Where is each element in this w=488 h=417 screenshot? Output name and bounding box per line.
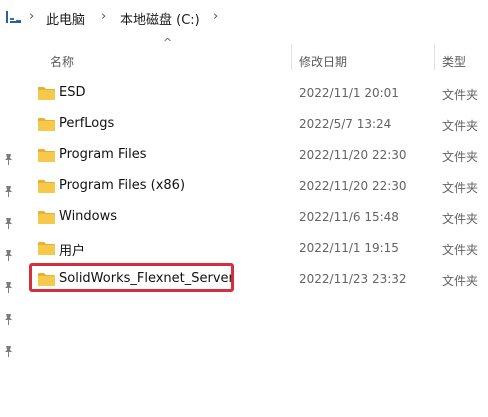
- file-name: SolidWorks_Flexnet_Server: [59, 271, 234, 286]
- file-name: Program Files (x86): [59, 178, 186, 193]
- file-name: ESD: [59, 85, 86, 100]
- pin-icon[interactable]: [4, 218, 13, 229]
- folder-row-users[interactable]: 用户 2022/11/1 19:15 文件夹: [30, 233, 488, 264]
- column-header-name[interactable]: 名称: [50, 53, 74, 70]
- folder-row-perflogs[interactable]: PerfLogs 2022/5/7 13:24 文件夹: [30, 109, 488, 140]
- file-name: Program Files: [59, 147, 147, 162]
- address-bar[interactable]: › 此电脑 › 本地磁盘 (C:) ›: [0, 0, 488, 36]
- file-modified: 2022/5/7 13:24: [299, 117, 392, 131]
- column-divider[interactable]: [434, 44, 435, 70]
- folder-row-solidworks-flexnet-server[interactable]: SolidWorks_Flexnet_Server 2022/11/23 23:…: [30, 264, 488, 295]
- folder-icon: [38, 211, 55, 224]
- folder-row-esd[interactable]: ESD 2022/11/1 20:01 文件夹: [30, 78, 488, 109]
- file-type: 文件夹: [442, 212, 479, 226]
- breadcrumb-local-disk[interactable]: 本地磁盘 (C:): [120, 9, 200, 28]
- folder-row-windows[interactable]: Windows 2022/11/6 15:48 文件夹: [30, 202, 488, 233]
- pin-icon[interactable]: [4, 154, 13, 165]
- pin-icon[interactable]: [4, 282, 13, 293]
- file-type: 文件夹: [442, 119, 479, 133]
- file-type: 文件夹: [442, 88, 479, 102]
- chevron-right-icon[interactable]: ›: [213, 9, 218, 24]
- file-type: 文件夹: [442, 150, 479, 164]
- column-divider[interactable]: [291, 44, 292, 70]
- file-modified: 2022/11/6 15:48: [299, 210, 399, 224]
- chevron-right-icon[interactable]: ›: [29, 9, 34, 24]
- file-name: Windows: [59, 209, 118, 224]
- chevron-right-icon[interactable]: ›: [101, 9, 106, 24]
- column-header-type[interactable]: 类型: [442, 53, 466, 70]
- breadcrumb-this-pc[interactable]: 此电脑: [46, 9, 85, 28]
- folder-icon: [38, 118, 55, 131]
- column-header-modified[interactable]: 修改日期: [299, 53, 347, 70]
- file-modified: 2022/11/1 20:01: [299, 86, 399, 100]
- pin-icon[interactable]: [4, 346, 13, 357]
- this-pc-icon: [6, 11, 21, 23]
- file-type: 文件夹: [442, 181, 479, 195]
- file-type: 文件夹: [442, 274, 479, 288]
- pin-icon[interactable]: [4, 314, 13, 325]
- pin-icon[interactable]: [4, 186, 13, 197]
- file-name: PerfLogs: [59, 116, 115, 131]
- file-name: 用户: [59, 244, 86, 259]
- folder-icon: [38, 87, 55, 100]
- folder-icon: [38, 273, 55, 286]
- file-modified: 2022/11/20 22:30: [299, 148, 407, 162]
- folder-icon: [38, 180, 55, 193]
- column-header-row: 名称 修改日期 类型: [0, 40, 488, 70]
- pin-icon[interactable]: [4, 250, 13, 261]
- file-modified: 2022/11/20 22:30: [299, 179, 407, 193]
- folder-icon: [38, 242, 55, 255]
- file-modified: 2022/11/23 23:32: [299, 272, 407, 286]
- file-type: 文件夹: [442, 243, 479, 257]
- folder-row-program-files-x86[interactable]: Program Files (x86) 2022/11/20 22:30 文件夹: [30, 171, 488, 202]
- file-modified: 2022/11/1 19:15: [299, 241, 399, 255]
- folder-icon: [38, 149, 55, 162]
- folder-row-program-files[interactable]: Program Files 2022/11/20 22:30 文件夹: [30, 140, 488, 171]
